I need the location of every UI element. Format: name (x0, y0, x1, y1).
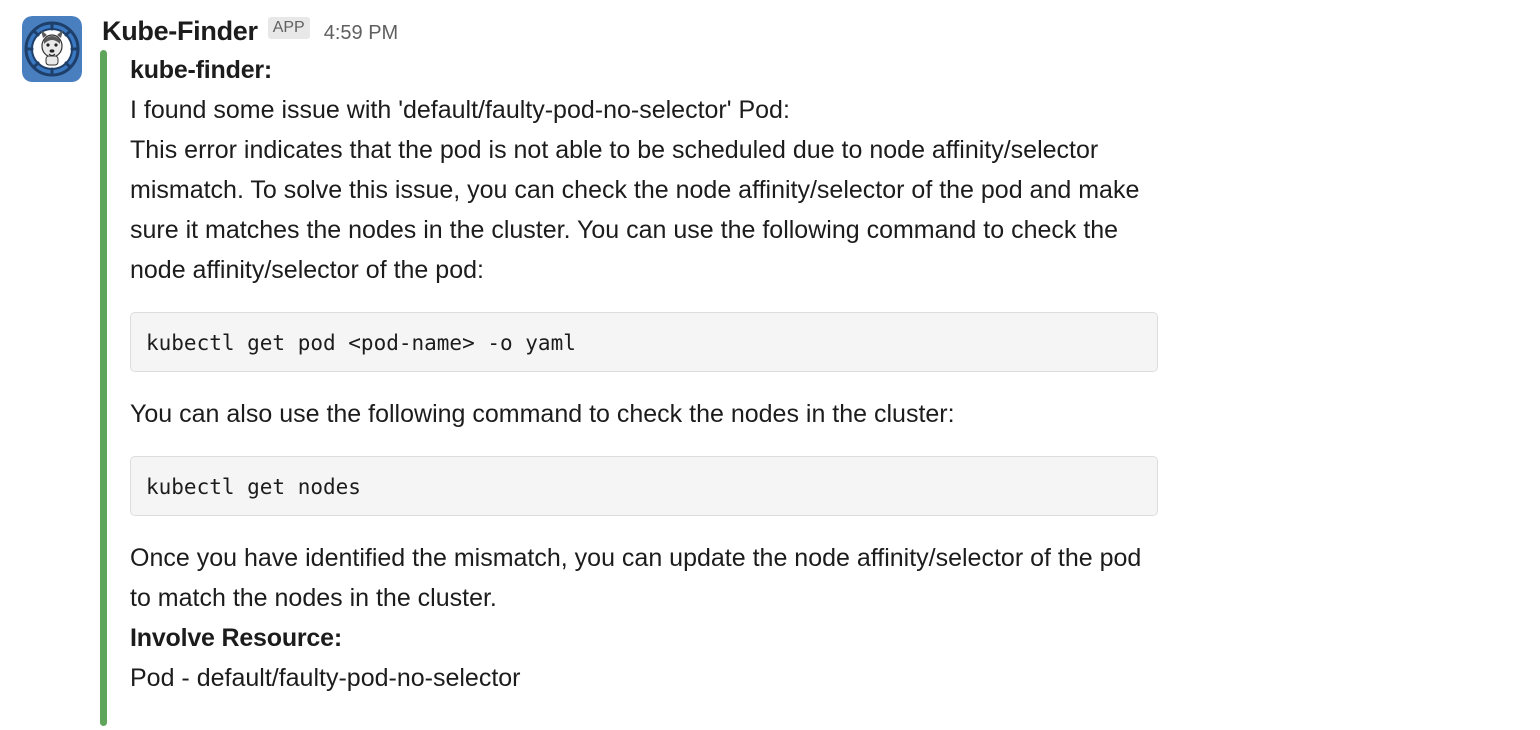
message-timestamp[interactable]: 4:59 PM (324, 22, 398, 45)
resource-value: Pod - default/faulty-pod-no-selector (130, 664, 521, 692)
attachment-heading: kube-finder: (130, 56, 273, 84)
bot-avatar-icon[interactable] (22, 16, 82, 82)
resource-label: Involve Resource: (130, 624, 342, 652)
issue-intro: I found some issue with 'default/faulty-… (130, 96, 790, 124)
app-badge: APP (267, 17, 310, 39)
resolution-paragraph: Once you have identified the mismatch, y… (130, 544, 1142, 612)
message-header: Kube-Finder APP 4:59 PM (102, 13, 398, 49)
explanation-paragraph: This error indicates that the pod is not… (130, 136, 1140, 284)
attachment-color-bar (100, 50, 107, 726)
code-block-get-pod: kubectl get pod <pod-name> -o yaml (130, 312, 1158, 372)
nodes-paragraph: You can also use the following command t… (130, 400, 955, 428)
code-block-get-nodes: kubectl get nodes (130, 456, 1158, 516)
chat-message: Kube-Finder APP 4:59 PM kube-finder: I f… (0, 0, 1540, 730)
sender-name[interactable]: Kube-Finder (102, 16, 258, 47)
attachment-body: kube-finder: I found some issue with 'de… (130, 50, 1160, 698)
